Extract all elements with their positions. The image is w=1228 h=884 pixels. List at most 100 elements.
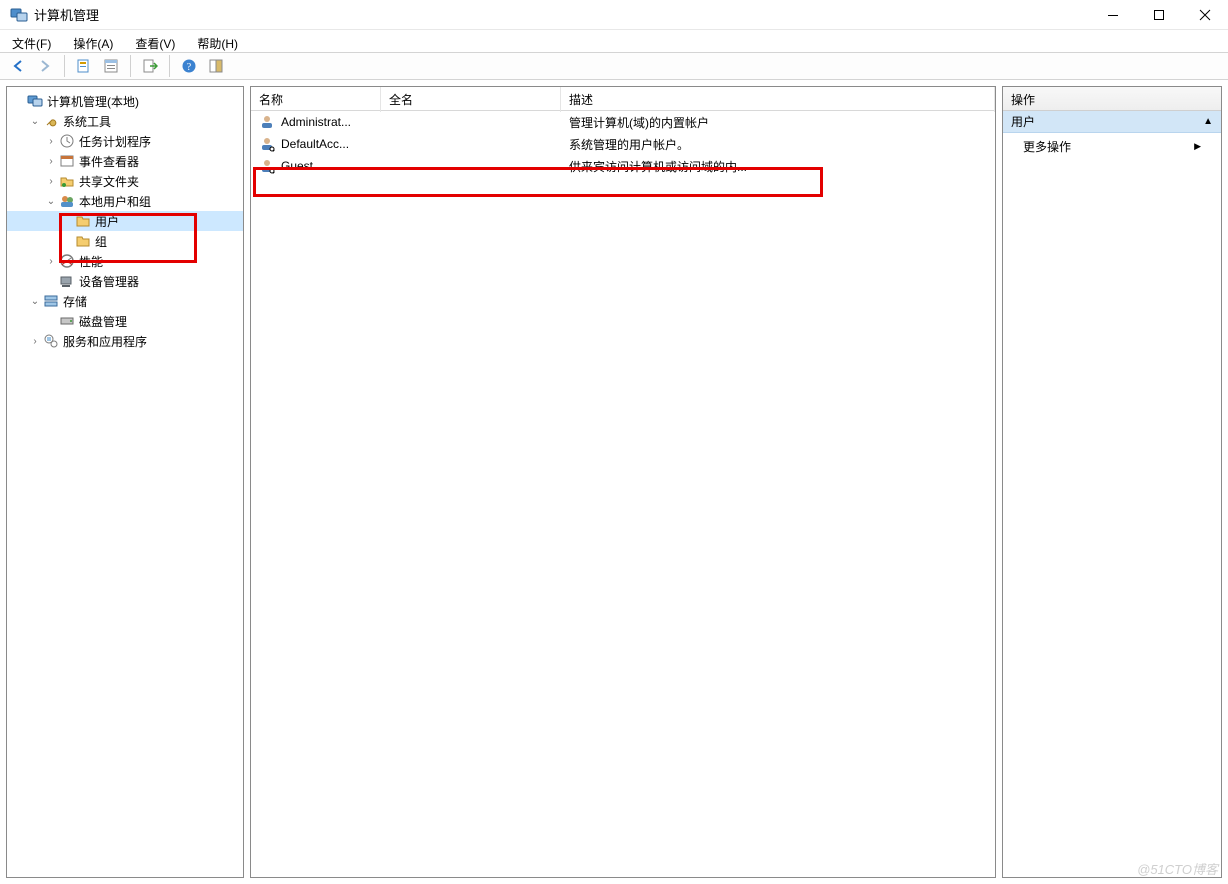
tree: 计算机管理(本地) ⌄ 系统工具 › 任务计划程序 [7,87,243,355]
tree-storage[interactable]: ⌄ 存储 [7,291,243,311]
expander-icon[interactable]: ⌄ [27,116,43,127]
actions-header: 操作 [1003,87,1221,111]
cell-name: Administrat... [251,114,381,130]
cell-description: 供来宾访问计算机或访问域的内... [561,158,995,175]
actions-pane[interactable]: 操作 用户 ▲ 更多操作 ▶ [1002,86,1222,878]
expander-icon[interactable]: ⌄ [43,196,59,207]
help-icon: ? [181,58,197,74]
menu-help[interactable]: 帮助(H) [193,33,242,49]
maximize-button[interactable] [1136,0,1182,30]
computer-mgmt-icon [27,93,43,109]
tree-label: 性能 [79,253,103,270]
forward-button[interactable] [33,55,57,77]
window-controls [1090,0,1228,30]
actions-more-label: 更多操作 [1023,138,1071,155]
tree-users[interactable]: 用户 [7,211,243,231]
back-arrow-icon [10,58,26,74]
menu-file[interactable]: 文件(F) [8,33,55,49]
cell-name: DefaultAcc... [251,136,381,152]
clock-icon [59,133,75,149]
watermark: @51CTO博客 [1137,859,1218,878]
actions-sub-header[interactable]: 用户 ▲ [1003,111,1221,133]
tree-disk-management[interactable]: 磁盘管理 [7,311,243,331]
tree-performance[interactable]: › 性能 [7,251,243,271]
user-icon [259,114,275,130]
app-icon [10,6,28,24]
export-button[interactable] [138,55,162,77]
body-panes: 计算机管理(本地) ⌄ 系统工具 › 任务计划程序 [0,80,1228,884]
properties-button[interactable] [72,55,96,77]
tree-event-viewer[interactable]: › 事件查看器 [7,151,243,171]
collapse-icon[interactable]: ▲ [1203,116,1213,127]
tree-system-tools[interactable]: ⌄ 系统工具 [7,111,243,131]
expander-icon[interactable]: ⌄ [27,296,43,307]
folder-icon [75,213,91,229]
tree-local-users-groups[interactable]: ⌄ 本地用户和组 [7,191,243,211]
list-pane[interactable]: 名称 全名 描述 Administrat... 管理计算机(域)的内置帐户 [250,86,996,878]
svg-text:?: ? [187,62,192,73]
user-disabled-icon [259,136,275,152]
export-icon [142,58,158,74]
shared-folders-icon [59,173,75,189]
actions-more[interactable]: 更多操作 ▶ [1003,133,1221,160]
tree-label: 设备管理器 [79,273,139,290]
user-disabled-icon [259,158,275,174]
users-groups-icon [59,193,75,209]
tree-label: 系统工具 [63,113,111,130]
forward-arrow-icon [37,58,53,74]
list-header[interactable]: 名称 全名 描述 [251,87,995,111]
cell-description: 管理计算机(域)的内置帐户 [561,114,995,131]
back-button[interactable] [6,55,30,77]
tree-label: 服务和应用程序 [63,333,147,350]
actions-sub-label: 用户 [1011,113,1035,130]
disk-mgmt-icon [59,313,75,329]
minimize-button[interactable] [1090,0,1136,30]
cell-name: Guest [251,158,381,174]
wrench-icon [43,113,59,129]
performance-icon [59,253,75,269]
tree-groups[interactable]: 组 [7,231,243,251]
toolbar-separator [169,55,170,77]
tree-label: 任务计划程序 [79,133,151,150]
expander-icon[interactable]: › [43,256,59,267]
expander-icon[interactable]: › [27,336,43,347]
tree-services-apps[interactable]: › 服务和应用程序 [7,331,243,351]
tree-label: 用户 [95,213,119,230]
folder-icon [75,233,91,249]
tree-label: 事件查看器 [79,153,139,170]
expander-icon[interactable]: › [43,156,59,167]
close-button[interactable] [1182,0,1228,30]
tree-shared-folders[interactable]: › 共享文件夹 [7,171,243,191]
tool-bar: ? [0,52,1228,80]
tree-label: 磁盘管理 [79,313,127,330]
event-viewer-icon [59,153,75,169]
services-icon [43,333,59,349]
tree-root[interactable]: 计算机管理(本地) [7,91,243,111]
tree-label: 组 [95,233,107,250]
menu-view[interactable]: 查看(V) [131,33,179,49]
expander-icon[interactable]: › [43,176,59,187]
tree-label: 共享文件夹 [79,173,139,190]
list-row-defaultaccount[interactable]: DefaultAcc... 系统管理的用户帐户。 [251,133,995,155]
tree-device-manager[interactable]: 设备管理器 [7,271,243,291]
tree-pane[interactable]: 计算机管理(本地) ⌄ 系统工具 › 任务计划程序 [6,86,244,878]
list-row-administrator[interactable]: Administrat... 管理计算机(域)的内置帐户 [251,111,995,133]
column-name[interactable]: 名称 [251,87,381,112]
tree-task-scheduler[interactable]: › 任务计划程序 [7,131,243,151]
refresh-list-icon [103,58,119,74]
title-bar[interactable]: 计算机管理 [0,0,1228,30]
properties-icon [76,58,92,74]
column-fullname[interactable]: 全名 [381,87,561,112]
toolbar-separator [130,55,131,77]
list-row-guest[interactable]: Guest 供来宾访问计算机或访问域的内... [251,155,995,177]
expander-icon[interactable]: › [43,136,59,147]
cell-text: Guest [281,159,313,173]
column-description[interactable]: 描述 [561,87,995,112]
help-button[interactable]: ? [177,55,201,77]
menu-action[interactable]: 操作(A) [69,33,117,49]
tree-label: 本地用户和组 [79,193,151,210]
toolbar-separator [64,55,65,77]
arrow-right-icon: ▶ [1194,141,1201,152]
refresh-list-button[interactable] [99,55,123,77]
tile-button[interactable] [204,55,228,77]
